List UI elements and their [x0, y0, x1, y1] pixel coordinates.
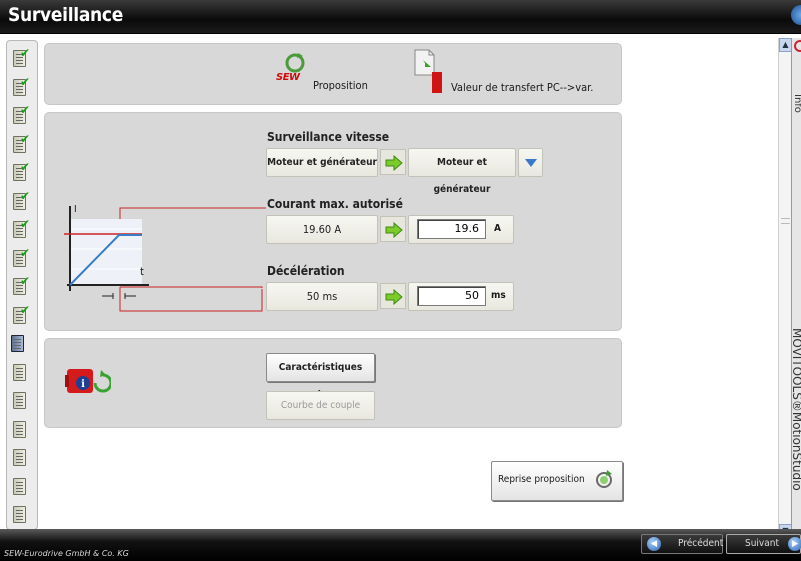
checkmark-icon: ✔	[20, 131, 31, 146]
motor-info-icon[interactable]: i	[65, 363, 113, 403]
arrow-left-icon: ◀	[647, 537, 661, 551]
next-label: Suivant	[745, 538, 779, 549]
nav-step-active[interactable]	[11, 334, 27, 354]
previous-label: Précédent	[678, 538, 724, 549]
vertical-scrollbar[interactable]: ▲ ▼	[778, 38, 792, 538]
max-current-title: Courant max. autorisé	[267, 197, 403, 211]
document-icon	[13, 420, 26, 438]
window-orb-icon[interactable]	[791, 5, 801, 25]
deceleration-transfer-arrow[interactable]	[380, 283, 406, 309]
speed-monitoring-title: Surveillance vitesse	[267, 130, 390, 144]
max-current-unit: A	[494, 223, 501, 234]
checkmark-icon: ✔	[20, 217, 31, 231]
nav-step[interactable]	[13, 363, 29, 383]
proposition-panel: SEW Proposition Valeur de transfert PC--…	[44, 43, 622, 105]
document-icon	[13, 363, 26, 381]
checkmark-icon: ✔	[20, 274, 31, 288]
chevron-down-icon	[524, 159, 537, 167]
arrow-right-icon: ▶	[788, 537, 801, 551]
document-icon	[13, 449, 26, 466]
reprise-proposition-label: Reprise proposition	[498, 474, 585, 485]
nav-step[interactable]	[13, 448, 29, 468]
previous-button[interactable]: ◀ Précédent	[641, 534, 723, 554]
transfer-label: Valeur de transfert PC-->var.	[451, 81, 594, 94]
green-arrow-icon	[385, 222, 403, 238]
checkmark-icon: ✔	[20, 103, 31, 117]
nav-step[interactable]: ✔	[13, 46, 31, 69]
nav-step[interactable]: ✔	[13, 103, 31, 126]
nav-step[interactable]: ✔	[13, 274, 31, 297]
graph-y-axis-label: I	[74, 204, 77, 215]
nav-step[interactable]: ✔	[13, 217, 31, 240]
sew-proposition-icon[interactable]: SEW	[276, 51, 314, 89]
document-icon	[13, 477, 26, 495]
max-current-transfer-arrow[interactable]	[380, 216, 406, 242]
speed-monitoring-select[interactable]: Moteur et générateur	[408, 148, 516, 195]
checkmark-icon: ✔	[20, 245, 31, 260]
speed-monitoring-proposed-button[interactable]: Moteur et générateur	[266, 148, 378, 177]
transfer-icon[interactable]	[414, 48, 444, 93]
torque-curve-button[interactable]: Courbe de couple	[266, 391, 375, 420]
scroll-grip[interactable]	[781, 218, 790, 224]
checkmark-icon: ✔	[20, 302, 31, 317]
document-icon	[13, 392, 26, 409]
info-tab-label[interactable]: Info	[792, 94, 801, 113]
nav-step[interactable]: ✔	[13, 188, 31, 212]
deceleration-proposed-button[interactable]: 50 ms	[266, 282, 378, 311]
help-icon[interactable]	[792, 40, 801, 52]
checkmark-icon: ✔	[20, 160, 31, 174]
nav-step[interactable]: ✔	[13, 131, 31, 155]
footer-bar: SEW-Eurodrive GmbH & Co. KG ◀ Précédent …	[0, 529, 801, 561]
title-bar: Surveillance	[0, 0, 801, 34]
checkmark-icon: ✔	[20, 46, 31, 60]
side-vertical-text: MOVITOOLS®MotionStudio	[791, 328, 801, 491]
max-current-input[interactable]: 19.6	[417, 219, 486, 239]
motor-characteristics-button[interactable]: Caractéristiques moteur	[266, 353, 375, 400]
nav-step[interactable]	[13, 505, 29, 525]
green-arrow-icon	[385, 289, 403, 305]
checkmark-icon: ✔	[20, 188, 31, 203]
nav-step[interactable]: ✔	[13, 160, 31, 183]
nav-step[interactable]	[13, 420, 29, 440]
svg-text:i: i	[81, 379, 85, 390]
document-icon	[13, 506, 26, 523]
side-info-tab[interactable]: Info MOVITOOLS®MotionStudio	[791, 38, 801, 556]
nav-step[interactable]: ✔	[13, 302, 31, 326]
speed-monitoring-dropdown-button[interactable]	[518, 148, 543, 177]
max-current-proposed-button[interactable]: 19.60 A	[266, 215, 378, 244]
graph-x-axis-label: t	[140, 265, 144, 278]
nav-step[interactable]	[13, 391, 29, 411]
window-title: Surveillance	[8, 4, 124, 26]
nav-step[interactable]: ✔	[13, 245, 31, 269]
nav-step[interactable]: ✔	[13, 74, 31, 98]
next-button[interactable]: Suivant ▶	[726, 534, 801, 554]
deceleration-input[interactable]: 50	[417, 286, 486, 306]
nav-step[interactable]	[13, 477, 29, 497]
current-graph	[64, 206, 266, 312]
sew-logo: SEW	[276, 72, 300, 83]
step-navigation: ✔ ✔ ✔ ✔ ✔ ✔ ✔ ✔ ✔ ✔	[6, 40, 38, 530]
parameters-panel: Surveillance vitesse Moteur et générateu…	[44, 112, 622, 331]
refresh-icon	[596, 470, 612, 488]
checkmark-icon: ✔	[20, 74, 31, 89]
company-name: SEW-Eurodrive GmbH & Co. KG	[4, 549, 129, 558]
document-icon	[11, 335, 24, 352]
motor-panel: i Caractéristiques moteur Courbe de coup…	[44, 338, 622, 428]
proposition-label: Proposition	[313, 79, 368, 92]
deceleration-unit: ms	[491, 290, 506, 301]
green-arrow-icon	[385, 155, 403, 171]
speed-monitoring-transfer-arrow[interactable]	[380, 149, 406, 175]
